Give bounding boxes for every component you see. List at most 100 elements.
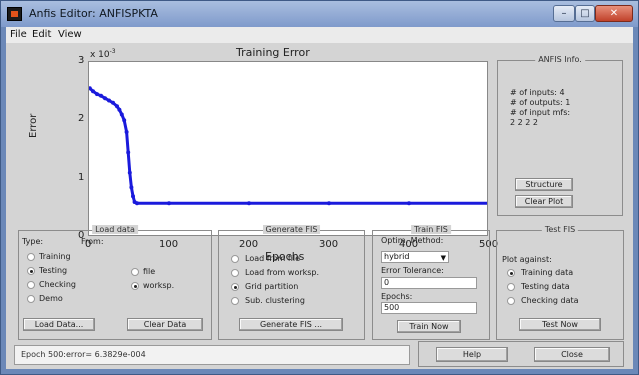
generate-fis-button[interactable]: Generate FIS ... xyxy=(239,318,343,331)
training-error-point xyxy=(135,201,139,206)
radio-load-from-workspace[interactable] xyxy=(231,269,239,277)
training-error-point xyxy=(167,201,171,206)
grid-partition-label: Grid partition xyxy=(245,282,299,291)
checking-data-label: Checking data xyxy=(521,296,579,305)
optim-method-select[interactable]: hybrid ▼ xyxy=(381,251,449,263)
minimize-button[interactable]: – xyxy=(553,5,575,22)
radio-testing-data[interactable] xyxy=(507,283,515,291)
training-error-point xyxy=(129,185,134,190)
type-testing-label: Testing xyxy=(39,266,68,275)
info-outputs: # of outputs: 1 xyxy=(510,98,571,107)
training-error-point xyxy=(122,118,127,123)
window-title: Anfis Editor: ANFISPKTA xyxy=(29,7,158,20)
matlab-app-icon xyxy=(7,7,22,21)
training-error-point xyxy=(124,130,129,134)
training-error-point xyxy=(119,112,124,117)
status-message: Epoch 500:error= 6.3829e-004 xyxy=(14,345,410,365)
from-label: From: xyxy=(81,237,104,246)
clear-data-button[interactable]: Clear Data xyxy=(127,318,203,331)
load-from-workspace-label: Load from worksp. xyxy=(245,268,320,277)
y-tick-label: 3 xyxy=(78,55,85,66)
training-error-svg xyxy=(89,86,488,206)
radio-type-training[interactable] xyxy=(27,253,35,261)
radio-checking-data[interactable] xyxy=(507,297,515,305)
from-file-label: file xyxy=(143,267,156,276)
training-error-point xyxy=(327,201,331,206)
radio-training-data[interactable] xyxy=(507,269,515,277)
training-error-point xyxy=(115,104,119,109)
info-inputs: # of inputs: 4 xyxy=(510,88,565,97)
maximize-button[interactable]: □ xyxy=(575,5,595,22)
clear-plot-button[interactable]: Clear Plot xyxy=(515,195,573,208)
editor-client-area: Training Error x 10-3 Error Epochs 0123 … xyxy=(6,43,633,369)
anfis-info-title: ANFIS Info. xyxy=(535,55,585,64)
training-error-point xyxy=(111,100,115,105)
error-tolerance-label: Error Tolerance: xyxy=(381,266,444,275)
load-data-title: Load data xyxy=(92,225,138,234)
radio-type-testing[interactable] xyxy=(27,267,35,275)
close-button[interactable]: Close xyxy=(534,347,610,362)
y-tick-label: 1 xyxy=(78,171,85,183)
test-fis-title: Test FIS xyxy=(541,225,579,234)
load-from-file-label: Load from file xyxy=(245,254,301,263)
info-mf-counts: 2 2 2 2 xyxy=(510,118,538,127)
load-data-panel: Load data Type: From: Training Testing C… xyxy=(18,225,212,340)
training-error-point xyxy=(107,98,111,103)
training-error-point xyxy=(407,201,411,206)
generate-fis-panel: Generate FIS Load from file Load from wo… xyxy=(218,225,365,340)
chart-title: Training Error xyxy=(236,46,310,59)
train-fis-title: Train FIS xyxy=(411,225,451,234)
dropdown-arrow-icon: ▼ xyxy=(440,254,446,262)
type-training-label: Training xyxy=(39,252,71,261)
training-error-line xyxy=(89,87,487,205)
training-error-point xyxy=(99,93,103,98)
training-error-point xyxy=(126,150,131,155)
type-checking-label: Checking xyxy=(39,280,76,289)
radio-from-file[interactable] xyxy=(131,268,139,276)
training-error-point xyxy=(103,96,107,101)
radio-grid-partition[interactable] xyxy=(231,283,239,291)
test-fis-panel: Test FIS Plot against: Training data Tes… xyxy=(496,225,624,340)
train-fis-panel: Train FIS Optim. Method: hybrid ▼ Error … xyxy=(372,225,490,340)
error-tolerance-input[interactable]: 0 xyxy=(381,277,477,289)
y-axis-label: Error xyxy=(28,113,39,138)
type-label: Type: xyxy=(22,237,44,246)
anfis-editor-window: Anfis Editor: ANFISPKTA – □ ✕ File Edit … xyxy=(0,0,639,375)
radio-sub-clustering[interactable] xyxy=(231,297,239,305)
optim-method-value: hybrid xyxy=(384,252,410,261)
load-data-button[interactable]: Load Data... xyxy=(23,318,95,331)
radio-type-demo[interactable] xyxy=(27,295,35,303)
title-bar: Anfis Editor: ANFISPKTA – □ ✕ xyxy=(1,1,638,27)
y-exponent-label: x 10-3 xyxy=(90,48,116,60)
plot-against-label: Plot against: xyxy=(502,255,552,264)
sub-clustering-label: Sub. clustering xyxy=(245,296,305,305)
epochs-input[interactable]: 500 xyxy=(381,302,477,314)
training-error-point xyxy=(91,89,95,94)
structure-button[interactable]: Structure xyxy=(515,178,573,191)
training-error-point xyxy=(487,201,488,205)
menu-edit[interactable]: Edit xyxy=(32,29,51,40)
training-data-label: Training data xyxy=(521,268,574,277)
radio-from-workspace[interactable] xyxy=(131,282,139,290)
training-error-point xyxy=(117,107,122,112)
training-error-point xyxy=(131,194,135,199)
help-button[interactable]: Help xyxy=(436,347,508,362)
info-input-mfs: # of input mfs: xyxy=(510,108,571,117)
training-error-point xyxy=(127,170,132,175)
anfis-info-panel: ANFIS Info. # of inputs: 4 # of outputs:… xyxy=(497,55,623,216)
optim-method-label: Optim. Method: xyxy=(381,236,444,245)
test-now-button[interactable]: Test Now xyxy=(519,318,601,331)
menu-bar: File Edit View xyxy=(6,27,633,43)
menu-view[interactable]: View xyxy=(58,29,82,40)
y-tick-label: 2 xyxy=(78,113,85,125)
generate-fis-title: Generate FIS xyxy=(262,225,321,234)
close-window-button[interactable]: ✕ xyxy=(595,5,633,22)
training-error-plot[interactable] xyxy=(88,61,488,236)
menu-file[interactable]: File xyxy=(10,29,27,40)
radio-load-from-file[interactable] xyxy=(231,255,239,263)
train-now-button[interactable]: Train Now xyxy=(397,320,461,333)
type-demo-label: Demo xyxy=(39,294,63,303)
radio-type-checking[interactable] xyxy=(27,281,35,289)
training-error-point xyxy=(95,92,99,97)
epochs-label: Epochs: xyxy=(381,292,413,301)
